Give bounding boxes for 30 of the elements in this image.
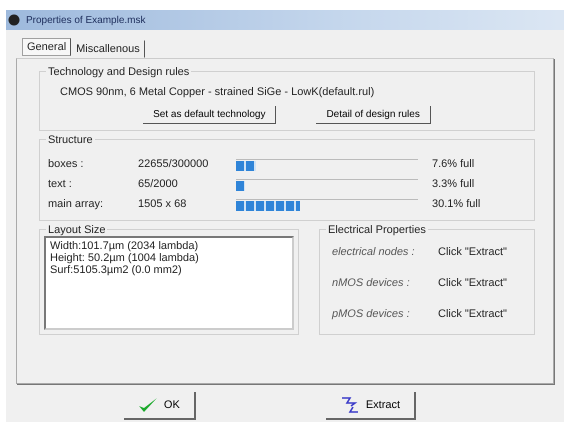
property-value: Click "Extract"	[438, 246, 508, 258]
list-line: Surf:5105.3µm2 (0.0 mm2)	[50, 264, 183, 276]
row-label: text :	[48, 178, 73, 190]
fill-reading: 7.6% full	[431, 158, 476, 170]
row-label: boxes :	[48, 158, 84, 170]
fill-reading: 30.1% full	[431, 198, 482, 210]
row-value: 65/2000	[138, 178, 179, 190]
group-title: Technology and Design rules	[46, 66, 192, 78]
fill-reading: 3.3% full	[431, 178, 476, 190]
ok-button[interactable]: OK	[124, 392, 196, 420]
property-label: pMOS devices :	[330, 308, 411, 320]
row-label: main array:	[48, 198, 104, 210]
property-label: nMOS devices :	[331, 276, 411, 288]
tab[interactable]: General	[22, 38, 72, 56]
row-value: 22655/300000	[138, 158, 210, 170]
group-title: Layout Size	[46, 224, 108, 236]
list-line: Height: 50.2µm (1004 lambda)	[50, 252, 200, 264]
action-button[interactable]: Detail of design rules	[316, 106, 431, 124]
extract-button[interactable]: Extract	[326, 392, 416, 420]
row-value: 1505 x 68	[138, 198, 188, 210]
window-title: Properties of Example.msk	[26, 14, 146, 26]
list-line: Width:101.7µm (2034 lambda)	[50, 240, 200, 252]
property-value: Click "Extract"	[438, 276, 508, 288]
group-title: Structure	[46, 134, 95, 146]
property-label: electrical nodes :	[331, 246, 416, 258]
action-button[interactable]: Set as default technology	[143, 106, 276, 124]
property-value: Click "Extract"	[438, 308, 508, 320]
technology-description: CMOS 90nm, 6 Metal Copper - strained SiGe - LowK(default.rul)	[59, 86, 376, 98]
tab[interactable]: Miscallenous	[71, 40, 145, 58]
group-title: Electrical Properties	[326, 224, 428, 236]
